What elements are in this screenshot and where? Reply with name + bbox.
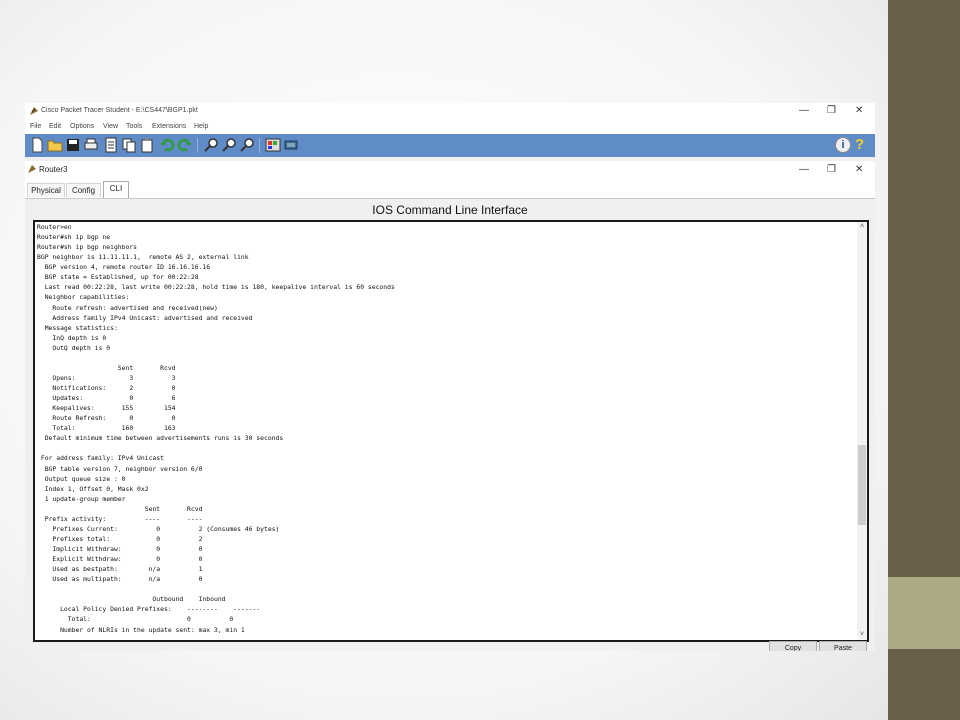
cli-line: Local Policy Denied Prefixes: -------- -… bbox=[37, 605, 261, 614]
menu-edit[interactable]: Edit bbox=[49, 123, 61, 130]
save-icon[interactable] bbox=[65, 137, 81, 153]
scroll-down-arrow-icon[interactable]: ˅ bbox=[857, 630, 867, 640]
cli-line: Output queue size : 0 bbox=[37, 474, 126, 483]
zoom-out-icon[interactable] bbox=[239, 137, 255, 153]
redo-icon[interactable] bbox=[177, 137, 193, 153]
slide-side-band-top bbox=[888, 0, 960, 577]
cli-line: Message statistics: bbox=[37, 323, 118, 332]
cli-line: Prefixes total: 0 2 bbox=[37, 534, 203, 543]
cli-line: Explicit Withdraw: 0 0 bbox=[37, 555, 203, 564]
cli-line: Number of NLRIs in the update sent: max … bbox=[37, 625, 245, 634]
device-tabs: Physical Config CLI bbox=[25, 180, 875, 199]
cli-line: Index 1, Offset 0, Mask 0x2 bbox=[37, 484, 149, 493]
menu-help[interactable]: Help bbox=[194, 123, 208, 130]
help-icon[interactable]: ? bbox=[855, 136, 864, 153]
terminal-scrollbar[interactable]: ˄ ˅ bbox=[857, 222, 867, 640]
cli-line: Used as bestpath: n/a 1 bbox=[37, 565, 203, 574]
cli-line: BGP version 4, remote router ID 16.16.16… bbox=[37, 263, 211, 272]
cli-line: Implicit Withdraw: 0 0 bbox=[37, 545, 203, 553]
cli-panel: IOS Command Line Interface Router>en Rou… bbox=[25, 199, 875, 651]
close-button[interactable]: ✕ bbox=[855, 105, 863, 117]
router-window-icon bbox=[28, 165, 36, 173]
cli-line: Prefix activity: ---- ---- bbox=[37, 514, 203, 523]
print-icon[interactable] bbox=[83, 137, 99, 153]
main-toolbar: i ? bbox=[25, 134, 875, 157]
activity-wizard-icon[interactable] bbox=[103, 137, 119, 153]
router-config-window: Router3 — ❐ ✕ Physical Config CLI IOS Co… bbox=[25, 161, 875, 651]
zoom-in-icon[interactable] bbox=[203, 137, 219, 153]
cli-line: Default minimum time between advertiseme… bbox=[37, 434, 284, 443]
cli-line: InQ depth is 0 bbox=[37, 333, 107, 342]
copy-button[interactable]: Copy bbox=[769, 641, 817, 651]
cli-line: BGP neighbor is 11.11.11.1, remote AS 2,… bbox=[37, 253, 249, 262]
cli-line: Route refresh: advertised and received(n… bbox=[37, 303, 218, 312]
cli-line: Total: 0 0 bbox=[37, 615, 234, 624]
copy-icon[interactable] bbox=[121, 137, 137, 153]
cli-line: Notifications: 2 0 bbox=[37, 384, 176, 392]
menu-view[interactable]: View bbox=[103, 123, 118, 130]
cli-line: Router#sh ip bgp ne bbox=[37, 233, 111, 242]
new-file-icon[interactable] bbox=[29, 137, 45, 153]
paste-button[interactable]: Paste bbox=[819, 641, 867, 651]
info-icon[interactable]: i bbox=[835, 137, 851, 153]
cli-line: Router>en bbox=[37, 223, 72, 231]
cli-heading: IOS Command Line Interface bbox=[372, 203, 528, 217]
minimize-button[interactable]: — bbox=[799, 105, 809, 117]
tab-physical[interactable]: Physical bbox=[27, 183, 65, 197]
cli-line: Prefixes Current: 0 2 (Consumes 46 bytes… bbox=[37, 524, 280, 533]
cli-line: OutQ depth is 0 bbox=[37, 343, 111, 352]
tab-config[interactable]: Config bbox=[66, 183, 101, 197]
tab-cli[interactable]: CLI bbox=[103, 181, 129, 198]
cli-line: Used as multipath: n/a 0 bbox=[37, 575, 203, 584]
cli-line: Total: 160 163 bbox=[37, 424, 176, 433]
scrollbar-thumb[interactable] bbox=[858, 445, 866, 525]
packet-tracer-window: Cisco Packet Tracer Student - E:\CS447\B… bbox=[25, 103, 875, 651]
cli-line: BGP table version 7, neighbor version 6/… bbox=[37, 464, 203, 473]
undo-icon[interactable] bbox=[159, 137, 175, 153]
cli-line: BGP state = Established, up for 00:22:28 bbox=[37, 273, 199, 282]
zoom-reset-icon[interactable] bbox=[221, 137, 237, 153]
slide-side-band-bottom bbox=[888, 649, 960, 720]
custom-device-icon[interactable] bbox=[283, 137, 299, 153]
toolbar-separator bbox=[259, 138, 260, 153]
menu-file[interactable]: File bbox=[30, 123, 41, 130]
cli-line: Neighbor capabilities: bbox=[37, 293, 130, 302]
router-window-title: Router3 bbox=[39, 165, 68, 174]
cli-line: Sent Rcvd bbox=[37, 363, 176, 372]
menu-bar: File Edit Options View Tools Extensions … bbox=[25, 121, 875, 134]
toolbar-separator bbox=[197, 138, 198, 153]
cli-line: Updates: 0 6 bbox=[37, 394, 176, 403]
router-minimize-button[interactable]: — bbox=[799, 164, 809, 176]
scroll-up-arrow-icon[interactable]: ˄ bbox=[857, 222, 867, 232]
cli-line: Opens: 3 3 bbox=[37, 373, 176, 382]
paste-icon[interactable] bbox=[139, 137, 155, 153]
packet-tracer-logo-icon bbox=[30, 107, 38, 115]
cli-line: Last read 00:22:28, last write 00:22:28,… bbox=[37, 283, 395, 292]
menu-extensions[interactable]: Extensions bbox=[152, 123, 186, 130]
cli-line: Route Refresh: 0 0 bbox=[37, 414, 176, 423]
cli-line: Router#sh ip bgp neighbors bbox=[37, 243, 138, 252]
cli-line: For address family: IPv4 Unicast bbox=[37, 454, 164, 463]
title-bar: Cisco Packet Tracer Student - E:\CS447\B… bbox=[25, 103, 875, 121]
open-folder-icon[interactable] bbox=[47, 137, 63, 153]
cli-line: 1 update-group member bbox=[37, 494, 126, 503]
menu-tools[interactable]: Tools bbox=[126, 123, 142, 130]
window-title: Cisco Packet Tracer Student - E:\CS447\B… bbox=[41, 107, 198, 114]
cli-line: Sent Rcvd bbox=[37, 504, 203, 513]
router-close-button[interactable]: ✕ bbox=[855, 164, 863, 176]
cli-output: Router>en Router#sh ip bgp ne Router#sh … bbox=[37, 222, 395, 635]
maximize-button[interactable]: ❐ bbox=[827, 105, 836, 117]
router-maximize-button[interactable]: ❐ bbox=[827, 164, 836, 176]
cli-terminal[interactable]: Router>en Router#sh ip bgp ne Router#sh … bbox=[33, 220, 869, 642]
cli-line: Outbound Inbound bbox=[37, 595, 226, 604]
cli-line: Keepalives: 155 154 bbox=[37, 404, 176, 413]
cli-line: Address family IPv4 Unicast: advertised … bbox=[37, 313, 253, 322]
slide-side-band-middle bbox=[888, 577, 960, 649]
menu-options[interactable]: Options bbox=[70, 123, 94, 130]
palette-icon[interactable] bbox=[265, 137, 281, 153]
